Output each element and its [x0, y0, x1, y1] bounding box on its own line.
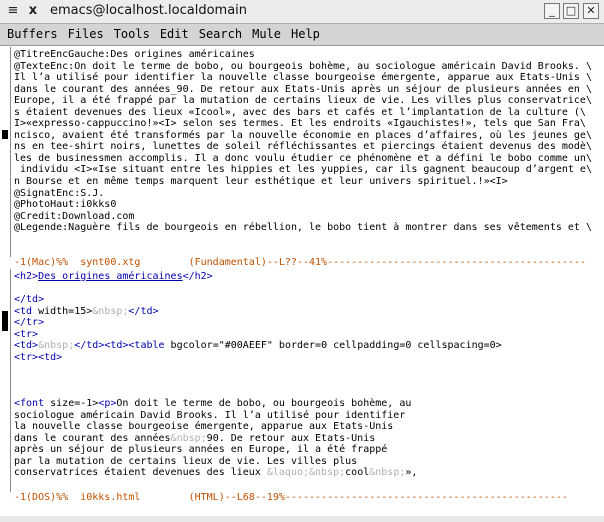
menu-search[interactable]: Search: [192, 24, 245, 41]
top-scrollbar[interactable]: [0, 47, 11, 257]
bottom-modeline-text: -1(DOS)%% i0kks.html (HTML)--L68--19%---…: [14, 492, 568, 503]
buffer-line: individu <I>«Ise situant entre les hippi…: [14, 164, 592, 176]
buffer-line: Il l’a utilisé pour identifier la nouvel…: [14, 72, 592, 84]
bottom-modeline: -1(DOS)%% i0kks.html (HTML)--L68--19%---…: [0, 492, 604, 504]
buffer-line: <td width=15>&nbsp;</td>: [14, 305, 159, 317]
buffer-line: @Legende:Naguère fils de bourgeois en ré…: [14, 222, 592, 234]
buffer-line: après un séjour de plusieurs années en E…: [14, 444, 388, 456]
menu-tools[interactable]: Tools: [107, 24, 153, 41]
buffer-line: <h2>Des origines américaines</h2>: [14, 271, 213, 282]
buffer-line: [14, 386, 602, 398]
minimize-button[interactable]: _: [544, 3, 560, 19]
buffer-line: @TexteEnc:On doit le terme de bobo, ou b…: [14, 60, 592, 72]
buffer-line: @Credit:Download.com: [14, 210, 135, 222]
buffer-line: [14, 363, 602, 375]
bottom-window[interactable]: <h2>Des origines américaines</h2> </td> <…: [0, 269, 604, 492]
buffer-line: par la mutation de certains lieux de vie…: [14, 455, 358, 467]
buffer-line: Europe, il a été frappé par la mutation …: [14, 95, 592, 107]
top-window[interactable]: @TitreEncGauche:Des origines américaines…: [0, 47, 604, 257]
top-buffer-text[interactable]: @TitreEncGauche:Des origines américaines…: [14, 49, 602, 234]
minibuffer[interactable]: [0, 516, 604, 522]
buffer-line: </td>: [14, 294, 45, 306]
bottom-scroll-thumb[interactable]: [2, 311, 8, 331]
maximize-button[interactable]: □: [563, 3, 579, 19]
buffer-line: <font size=-1><p>On doit le terme de bob…: [14, 398, 412, 410]
bottom-buffer-text[interactable]: <h2>Des origines américaines</h2> </td> <…: [14, 271, 602, 479]
buffer-line: </tr>: [14, 317, 45, 329]
buffer-line: ncisco, avaient été transformés par la n…: [14, 129, 592, 141]
menu-edit[interactable]: Edit: [153, 24, 192, 41]
buffer-line: dans le courant des années&nbsp;90. De r…: [14, 432, 376, 444]
buffer-line: les de businessmen accomplis. Il a donc …: [14, 152, 592, 164]
buffer-line: ns en tee-shirt noirs, lunettes de solei…: [14, 141, 592, 153]
buffer-line: conservatrices étaient devenues des lieu…: [14, 467, 418, 479]
buffer-line: [14, 375, 602, 387]
buffer-line: <tr>: [14, 328, 39, 340]
top-modeline-text: -1(Mac)%% synt00.xtg (Fundamental)--L??-…: [14, 257, 586, 268]
buffer-line: @SignatEnc:S.J.: [14, 187, 105, 199]
heading-link[interactable]: Des origines américaines: [38, 271, 183, 282]
buffer-line: [14, 283, 602, 295]
window-menu-icon[interactable]: ≡: [6, 4, 20, 18]
buffer-line: <td>&nbsp;</td><td><table bgcolor="#00AE…: [14, 340, 502, 352]
menu-bar: Buffers Files Tools Edit Search Mule Help: [0, 24, 604, 46]
buffer-line: sociologue américain David Brooks. Il l’…: [14, 409, 406, 421]
menu-help[interactable]: Help: [284, 24, 323, 41]
window-titlebar: ≡ ⅹ emacs@localhost.localdomain _ □ ✕: [0, 0, 604, 24]
menu-buffers[interactable]: Buffers: [0, 24, 61, 41]
window-title: emacs@localhost.localdomain: [50, 3, 248, 18]
buffer-line: n Bourse et en même temps marquent leur …: [14, 176, 508, 188]
x-logo-icon: ⅹ: [28, 3, 38, 18]
buffer-line: s étaient devenues des lieux «Icool», av…: [14, 106, 586, 118]
buffer-line: @TitreEncGauche:Des origines américaines: [14, 49, 255, 60]
buffer-line: @PhotoHaut:i0kks0: [14, 199, 117, 211]
buffer-line: dans le courant des années_90. De retour…: [14, 83, 592, 95]
menu-files[interactable]: Files: [61, 24, 107, 41]
buffer-line: la nouvelle classe bourgeoise émergente,…: [14, 421, 394, 433]
menu-mule[interactable]: Mule: [245, 24, 284, 41]
bottom-scrollbar[interactable]: [0, 269, 11, 492]
close-button[interactable]: ✕: [583, 3, 599, 19]
buffer-line: I>«expresso-cappuccino!»<I> selon ses te…: [14, 118, 586, 130]
top-modeline: -1(Mac)%% synt00.xtg (Fundamental)--L??-…: [0, 257, 604, 269]
buffer-line: <tr><td>: [14, 351, 63, 363]
top-scroll-thumb[interactable]: [2, 130, 8, 139]
